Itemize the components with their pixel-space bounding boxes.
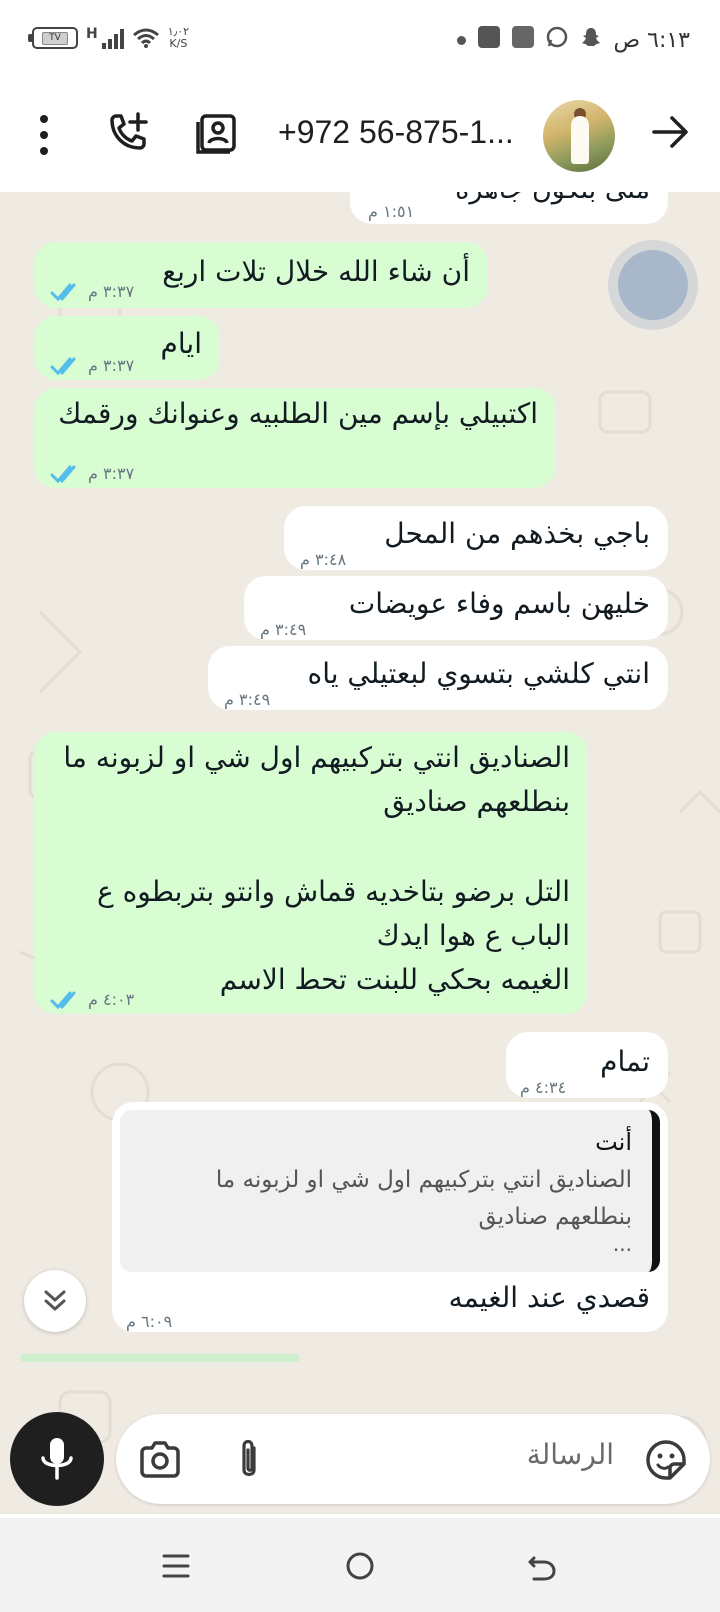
back-arrow-icon[interactable] [650,112,690,152]
mic-icon [41,1438,73,1480]
avatar[interactable] [543,100,615,172]
contact-card-icon[interactable] [194,110,242,158]
message-line: الصناديق انتي بتركبيهم اول شي او لزبونه … [63,741,570,774]
scroll-to-bottom-button[interactable] [24,1270,86,1332]
message-text: باجي بخذهم من المحل [384,517,650,550]
facebook-icon [478,26,500,48]
message-time: ٣:٣٧ م [88,282,135,301]
message-text: أن شاء الله خلال تلات اربع [162,255,470,288]
message-time: ١:٥١ م [368,202,415,221]
message-bubble-incoming[interactable]: أنت الصناديق انتي بتركبيهم اول شي او لزب… [112,1102,668,1332]
message-bubble-incoming[interactable]: تمام ٤:٣٤ م [506,1032,668,1098]
partial-outgoing-bubble [20,1354,300,1362]
network-type: H [86,26,98,42]
quoted-ellipsis: ... [612,1232,632,1256]
signal-icon [101,27,124,49]
battery-level: TV [42,31,68,45]
message-bubble-incoming[interactable]: انتي كلشي بتسوي لبعتيلي ياه ٣:٤٩ م [208,646,668,710]
dot-icon [457,36,466,45]
message-line: الغيمه بحكي للبنت تحط الاسم [219,963,570,996]
status-bar: TV H ١٫٠٢ K/S ٦:١٣ ص [0,0,720,80]
message-line: بنطلعهم صناديق [383,785,570,818]
whatsapp-icon [546,26,568,48]
message-text: قصدي عند الغيمه [448,1281,650,1314]
message-text: متى بتكون جاهزة [455,192,650,212]
quoted-text: الصناديق انتي بتركبيهم اول شي او لزبونه … [216,1162,632,1236]
message-placeholder: الرسالة [526,1438,614,1471]
contact-name[interactable]: +972 56-875-1... [278,114,514,151]
battery-icon: TV [28,27,78,49]
message-meta: ٣:٣٧ م [50,270,134,314]
message-bubble-outgoing[interactable]: أن شاء الله خلال تلات اربع ٣:٣٧ م [34,242,488,308]
message-input[interactable]: الرسالة [116,1414,710,1504]
message-text: خليهن باسم وفاء عويضات [348,587,650,620]
back-icon[interactable] [524,1548,560,1584]
touch-indicator [618,250,688,320]
read-ticks-icon [50,465,76,484]
quoted-line: الصناديق انتي بتركبيهم اول شي او لزبونه … [215,1167,632,1193]
read-ticks-icon [50,991,76,1010]
system-nav-bar [0,1518,720,1612]
double-chevron-down-icon [44,1290,66,1311]
status-left: TV H ١٫٠٢ K/S [28,26,189,50]
message-meta: ٣:٣٧ م [50,344,134,388]
message-bubble-outgoing[interactable]: ايام ٣:٣٧ م [34,316,220,380]
quoted-message[interactable]: أنت الصناديق انتي بتركبيهم اول شي او لزب… [120,1110,660,1272]
more-options-icon[interactable] [34,115,54,155]
message-bubble-incoming[interactable]: متى بتكون جاهزة ١:٥١ م [350,192,668,224]
network-speed: ١٫٠٢ K/S [168,26,189,50]
notification-icons [457,26,602,48]
message-time: ٣:٣٧ م [88,356,135,375]
speed-unit: K/S [169,37,188,50]
message-bubble-outgoing[interactable]: الصناديق انتي بتركبيهم اول شي او لزبونه … [34,732,588,1014]
message-meta: ٤:٠٣ م [50,978,134,1022]
message-bubble-incoming[interactable]: خليهن باسم وفاء عويضات ٣:٤٩ م [244,576,668,640]
quoted-line: بنطلعهم صناديق [478,1204,632,1230]
message-text: ايام [160,327,202,360]
camera-icon[interactable] [138,1438,182,1482]
sim-icon [512,26,534,48]
message-text: انتي كلشي بتسوي لبعتيلي ياه [307,657,650,690]
add-call-icon[interactable] [104,110,152,158]
message-line: الباب ع هوا ايدك [376,919,570,952]
message-line: التل برضو بتاخديه قماش وانتو بتربطوه ع [96,875,570,908]
message-text: اكتبيلي بإسم مين الطلبيه وعنوانك ورقمك [58,397,538,430]
chat-header: +972 56-875-1... [0,80,720,192]
chat-area[interactable]: متى بتكون جاهزة ١:٥١ م أن شاء الله خلال … [0,192,720,1514]
mic-button[interactable] [10,1412,104,1506]
attach-icon[interactable] [228,1438,272,1482]
sticker-icon[interactable] [644,1438,688,1482]
wifi-icon [132,28,159,48]
status-time: ٦:١٣ ص [613,28,690,53]
message-meta: ٣:٣٧ م [50,452,134,496]
message-time: ٣:٣٧ م [88,464,135,483]
message-time: ٦:٠٩ م [126,1312,173,1331]
read-ticks-icon [50,283,76,302]
read-ticks-icon [50,357,76,376]
message-bubble-outgoing[interactable]: اكتبيلي بإسم مين الطلبيه وعنوانك ورقمك ٣… [34,388,556,488]
message-text: تمام [600,1045,650,1078]
recents-icon[interactable] [158,1548,194,1584]
message-bubble-incoming[interactable]: باجي بخذهم من المحل ٣:٤٨ م [284,506,668,570]
quoted-author: أنت [595,1128,632,1156]
message-time: ٤:٠٣ م [88,990,135,1009]
message-time: ٣:٤٩ م [224,690,271,709]
snapchat-icon [582,28,600,46]
home-icon[interactable] [342,1548,378,1584]
